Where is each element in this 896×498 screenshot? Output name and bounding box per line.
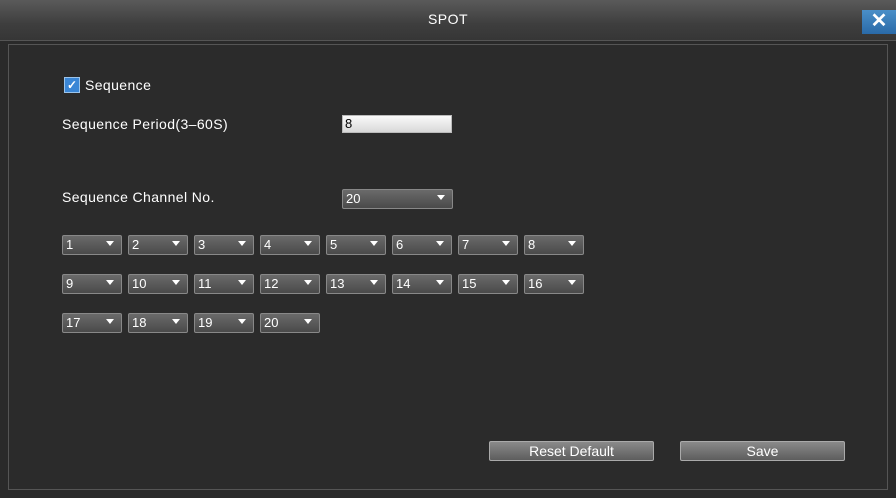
channel-select-value: 15 xyxy=(462,276,477,291)
channel-select[interactable]: 16 xyxy=(524,274,584,294)
channel-select-value: 8 xyxy=(528,237,536,252)
channel-select-value: 6 xyxy=(396,237,404,252)
channel-select-value: 4 xyxy=(264,237,272,252)
channel-select[interactable]: 5 xyxy=(326,235,386,255)
channel-select[interactable]: 6 xyxy=(392,235,452,255)
channel-select-value: 20 xyxy=(264,315,279,330)
sequence-label: Sequence xyxy=(85,77,152,93)
channel-select[interactable]: 17 xyxy=(62,313,122,333)
channel-select[interactable]: 19 xyxy=(194,313,254,333)
channel-select[interactable]: 13 xyxy=(326,274,386,294)
channel-select[interactable]: 12 xyxy=(260,274,320,294)
channel-select-value: 10 xyxy=(132,276,147,291)
channel-select-value: 18 xyxy=(132,315,147,330)
chevron-down-icon xyxy=(370,241,378,246)
close-icon[interactable]: ✕ xyxy=(862,10,896,34)
sequence-checkbox[interactable]: ✓ xyxy=(64,77,80,93)
dialog-title: SPOT xyxy=(427,11,469,27)
chevron-down-icon xyxy=(568,241,576,246)
channel-select-value: 16 xyxy=(528,276,543,291)
sequence-channel-no-label: Sequence Channel No. xyxy=(62,189,215,205)
channel-select[interactable]: 4 xyxy=(260,235,320,255)
chevron-down-icon xyxy=(436,241,444,246)
channel-select-value: 7 xyxy=(462,237,470,252)
settings-panel xyxy=(8,44,888,490)
chevron-down-icon xyxy=(437,195,445,200)
channel-select[interactable]: 15 xyxy=(458,274,518,294)
channel-select[interactable]: 14 xyxy=(392,274,452,294)
channel-select[interactable]: 1 xyxy=(62,235,122,255)
channel-select-value: 19 xyxy=(198,315,213,330)
channel-select[interactable]: 8 xyxy=(524,235,584,255)
channel-select[interactable]: 18 xyxy=(128,313,188,333)
chevron-down-icon xyxy=(304,280,312,285)
chevron-down-icon xyxy=(502,280,510,285)
chevron-down-icon xyxy=(568,280,576,285)
chevron-down-icon xyxy=(238,319,246,324)
channel-select-value: 1 xyxy=(66,237,74,252)
channel-select-value: 2 xyxy=(132,237,140,252)
chevron-down-icon xyxy=(172,319,180,324)
channel-select[interactable]: 3 xyxy=(194,235,254,255)
channel-select[interactable]: 7 xyxy=(458,235,518,255)
chevron-down-icon xyxy=(238,241,246,246)
channel-select-value: 12 xyxy=(264,276,279,291)
chevron-down-icon xyxy=(370,280,378,285)
channel-select[interactable]: 20 xyxy=(260,313,320,333)
channel-select-value: 5 xyxy=(330,237,338,252)
sequence-period-label: Sequence Period(3–60S) xyxy=(62,116,229,132)
chevron-down-icon xyxy=(106,241,114,246)
channel-select[interactable]: 2 xyxy=(128,235,188,255)
spot-dialog: SPOT ✕ ✓ Sequence Sequence Period(3–60S)… xyxy=(0,0,896,498)
chevron-down-icon xyxy=(436,280,444,285)
channel-select[interactable]: 10 xyxy=(128,274,188,294)
channel-select-value: 17 xyxy=(66,315,81,330)
channel-select-value: 14 xyxy=(396,276,411,291)
sequence-channel-no-select[interactable]: 20 xyxy=(342,189,453,209)
channel-select[interactable]: 9 xyxy=(62,274,122,294)
channel-select-value: 13 xyxy=(330,276,345,291)
chevron-down-icon xyxy=(106,319,114,324)
sequence-period-input[interactable]: 8 xyxy=(342,115,452,133)
channel-select-value: 11 xyxy=(198,276,212,291)
channel-select[interactable]: 11 xyxy=(194,274,254,294)
chevron-down-icon xyxy=(304,319,312,324)
chevron-down-icon xyxy=(172,280,180,285)
channel-select-value: 9 xyxy=(66,276,74,291)
chevron-down-icon xyxy=(304,241,312,246)
save-button[interactable]: Save xyxy=(680,441,845,461)
reset-default-button[interactable]: Reset Default xyxy=(489,441,654,461)
chevron-down-icon xyxy=(502,241,510,246)
chevron-down-icon xyxy=(106,280,114,285)
chevron-down-icon xyxy=(172,241,180,246)
chevron-down-icon xyxy=(238,280,246,285)
title-bar: SPOT ✕ xyxy=(0,0,896,41)
channel-select-value: 3 xyxy=(198,237,206,252)
sequence-channel-no-value: 20 xyxy=(346,191,361,206)
